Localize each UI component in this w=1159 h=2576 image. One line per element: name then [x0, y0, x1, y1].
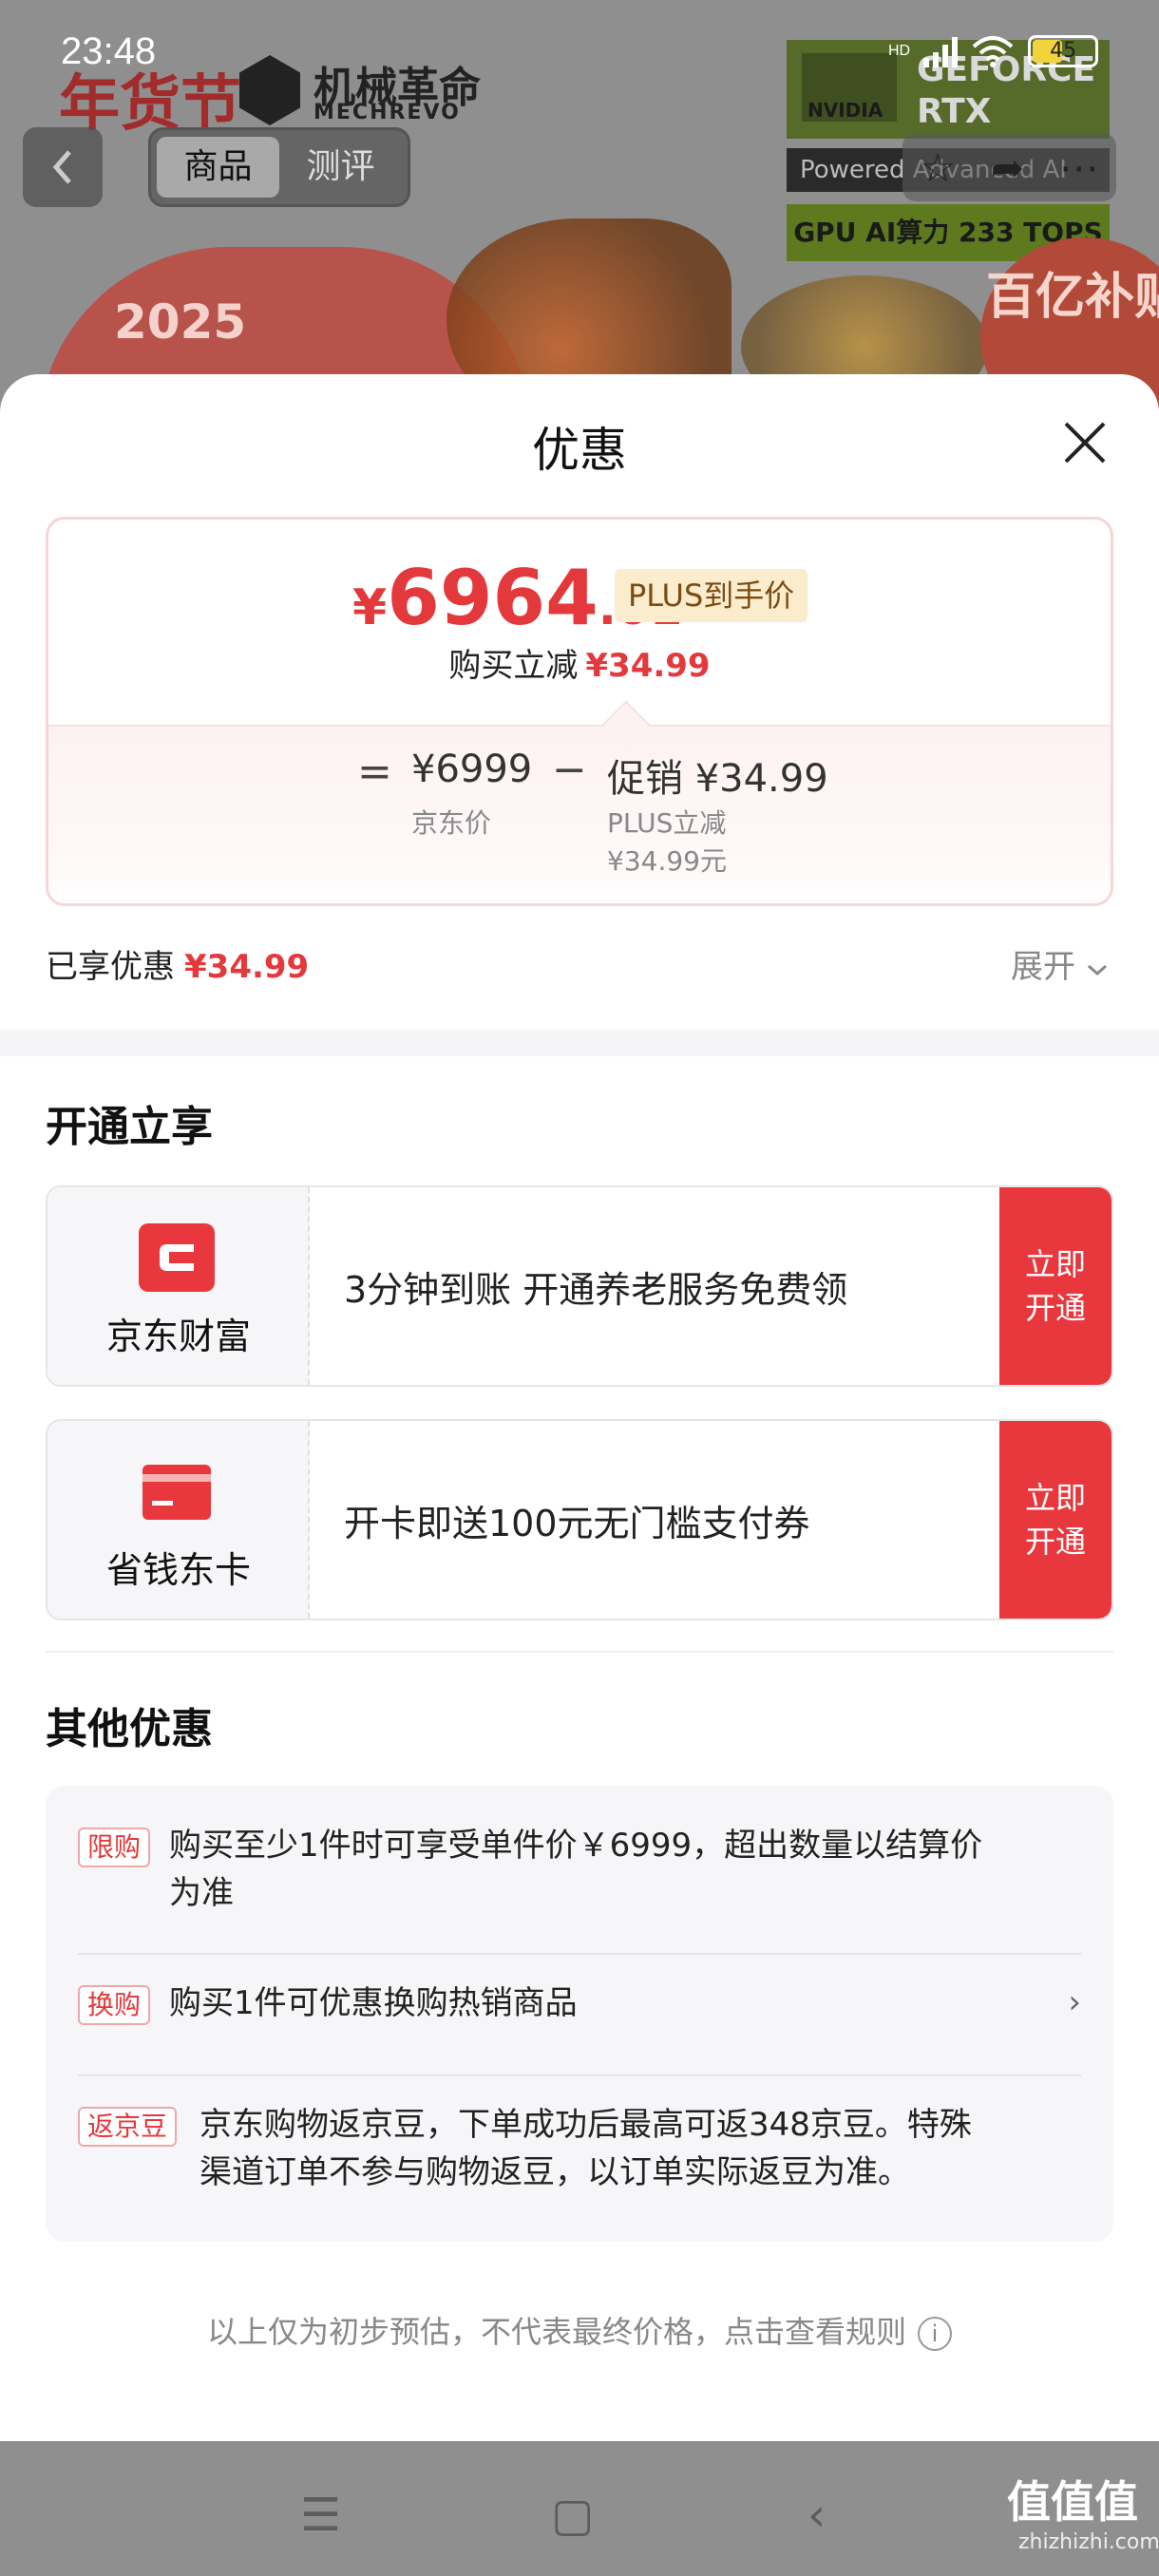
instant-reduce: 购买立减 ¥34.99	[48, 639, 1111, 686]
discount-sheet: 优惠 ¥6964.01 PLUS到手价 购买立减¥34.99 = ¥6999 京…	[0, 374, 1159, 2441]
expand-button[interactable]: 展开	[1011, 940, 1109, 987]
back-nav-icon[interactable]: ‹	[808, 2489, 826, 2542]
open-section-title: 开通立享	[46, 1103, 213, 1151]
page-tabs: 商品 测评	[148, 127, 410, 207]
header-actions: ☆ ➦ ⋯	[902, 133, 1116, 201]
row-separator	[78, 2074, 1081, 2076]
jd-price-label: 京东价	[411, 807, 492, 839]
watermark-logo: 值值值	[1007, 2476, 1138, 2528]
enjoyed-amount: ¥34.99	[184, 948, 310, 986]
chevron-left-icon	[52, 150, 71, 184]
info-icon: i	[918, 2317, 952, 2351]
limit-text-line1: 购买至少1件时可享受单件价￥6999，超出数量以结算价	[169, 1827, 983, 1865]
reduce-amount: ¥34.99	[585, 647, 711, 685]
promo-price: 促销 ¥34.99	[607, 757, 828, 801]
offer-card-jd-wealth[interactable]: 京东财富 3分钟到账 开通养老服务免费领 立即开通	[46, 1185, 1113, 1387]
savings-card-icon	[142, 1465, 211, 1520]
banner-year: 2025	[114, 294, 247, 350]
more-icon[interactable]: ⋯	[1059, 144, 1099, 191]
row-separator	[78, 1953, 1081, 1955]
system-navigation-bar: ☰ ▢ ‹	[0, 2441, 1159, 2576]
battery-icon: 45	[1028, 35, 1099, 67]
chevron-down-icon	[1087, 964, 1107, 976]
jd-beans-text: 京东购物返京豆，下单成功后最高可返348京豆。特殊 渠道订单不参与购物返豆，以订…	[200, 2101, 1081, 2196]
trade-in-text: 购买1件可优惠换购热销商品	[169, 1984, 578, 2022]
currency-symbol: ¥	[352, 579, 388, 636]
watermark-url: zhizhizhi.com	[1018, 2530, 1159, 2554]
system-icons: HD 45	[888, 32, 1099, 70]
other-discounts-box: 限购 购买至少1件时可享受单件价￥6999，超出数量以结算价 为准 换购 购买1…	[46, 1786, 1113, 2242]
tab-product[interactable]: 商品	[157, 137, 279, 198]
battery-level: 45	[1050, 39, 1077, 63]
jd-beans-tag: 返京豆	[78, 2107, 178, 2147]
share-icon[interactable]: ➦	[991, 144, 1024, 191]
jd-beans-text-line1: 京东购物返京豆，下单成功后最高可返348京豆。特殊	[200, 2106, 972, 2144]
footnote-text: 以上仅为初步预估，不代表最终价格，点击查看规则	[206, 2314, 906, 2350]
close-icon[interactable]	[1056, 414, 1113, 471]
open-now-button[interactable]: 立即开通	[999, 1421, 1112, 1619]
section-divider	[0, 1030, 1159, 1056]
expand-label: 展开	[1011, 948, 1075, 986]
list-item-purchase-limit: 限购 购买至少1件时可享受单件价￥6999，超出数量以结算价 为准	[78, 1822, 1081, 1926]
jd-beans-text-line2: 渠道订单不参与购物返豆，以订单实际返豆为准。	[200, 2153, 910, 2191]
status-bar: 23:48 HD 45	[0, 0, 1159, 104]
menu-icon[interactable]: ☰	[300, 2489, 341, 2542]
promo-label: PLUS立减	[607, 807, 727, 839]
limit-text-line2: 为准	[169, 1874, 234, 1912]
promo-amount: ¥34.99元	[607, 845, 727, 877]
offer-logo-column: 省钱东卡	[48, 1421, 310, 1619]
offer-logo-column: 京东财富	[48, 1187, 310, 1385]
sheet-title: 优惠	[532, 423, 627, 478]
enjoyed-discount: 已享优惠 ¥34.99	[46, 940, 309, 987]
offer-description: 3分钟到账 开通养老服务免费领	[344, 1268, 848, 1311]
minus-sign: −	[552, 746, 587, 794]
trade-in-tag: 换购	[78, 1985, 151, 2025]
offer-name: 京东财富	[105, 1316, 251, 1357]
network-type: HD	[888, 43, 911, 59]
price-breakdown-card: ¥6964.01 PLUS到手价 购买立减¥34.99 = ¥6999 京东价 …	[46, 517, 1113, 906]
offer-description: 开卡即送100元无门槛支付券	[344, 1502, 810, 1544]
jd-wealth-icon	[139, 1223, 215, 1292]
back-button[interactable]	[23, 127, 103, 207]
clock: 23:48	[61, 30, 157, 72]
section-separator	[46, 1651, 1113, 1653]
signal-icon	[923, 35, 959, 67]
offer-card-savings-card[interactable]: 省钱东卡 开卡即送100元无门槛支付券 立即开通	[46, 1419, 1113, 1620]
rules-link[interactable]: 以上仅为初步预估，不代表最终价格，点击查看规则 i	[0, 2308, 1159, 2352]
wifi-icon	[972, 36, 1014, 67]
equals-sign: =	[357, 748, 392, 796]
favorite-icon[interactable]: ☆	[920, 144, 956, 191]
home-icon[interactable]: ▢	[551, 2489, 594, 2542]
list-item-jd-beans: 返京豆 京东购物返京豆，下单成功后最高可返348京豆。特殊 渠道订单不参与购物返…	[78, 2101, 1081, 2206]
open-now-button[interactable]: 立即开通	[999, 1187, 1112, 1385]
chevron-right-icon: ›	[1068, 1983, 1081, 2021]
price-integer: 6964	[387, 554, 598, 642]
plus-price-tag: PLUS到手价	[615, 569, 808, 622]
tab-review[interactable]: 测评	[279, 137, 402, 198]
list-item-trade-in[interactable]: 换购 购买1件可优惠换购热销商品 ›	[78, 1979, 1081, 2036]
limit-text: 购买至少1件时可享受单件价￥6999，超出数量以结算价 为准	[169, 1822, 1081, 1917]
other-section-title: 其他优惠	[46, 1705, 213, 1753]
reduce-label: 购买立减	[448, 647, 579, 685]
enjoyed-label: 已享优惠	[46, 948, 175, 986]
limit-tag: 限购	[78, 1828, 151, 1867]
offer-name: 省钱东卡	[105, 1549, 251, 1591]
jd-price: ¥6999	[411, 748, 533, 791]
